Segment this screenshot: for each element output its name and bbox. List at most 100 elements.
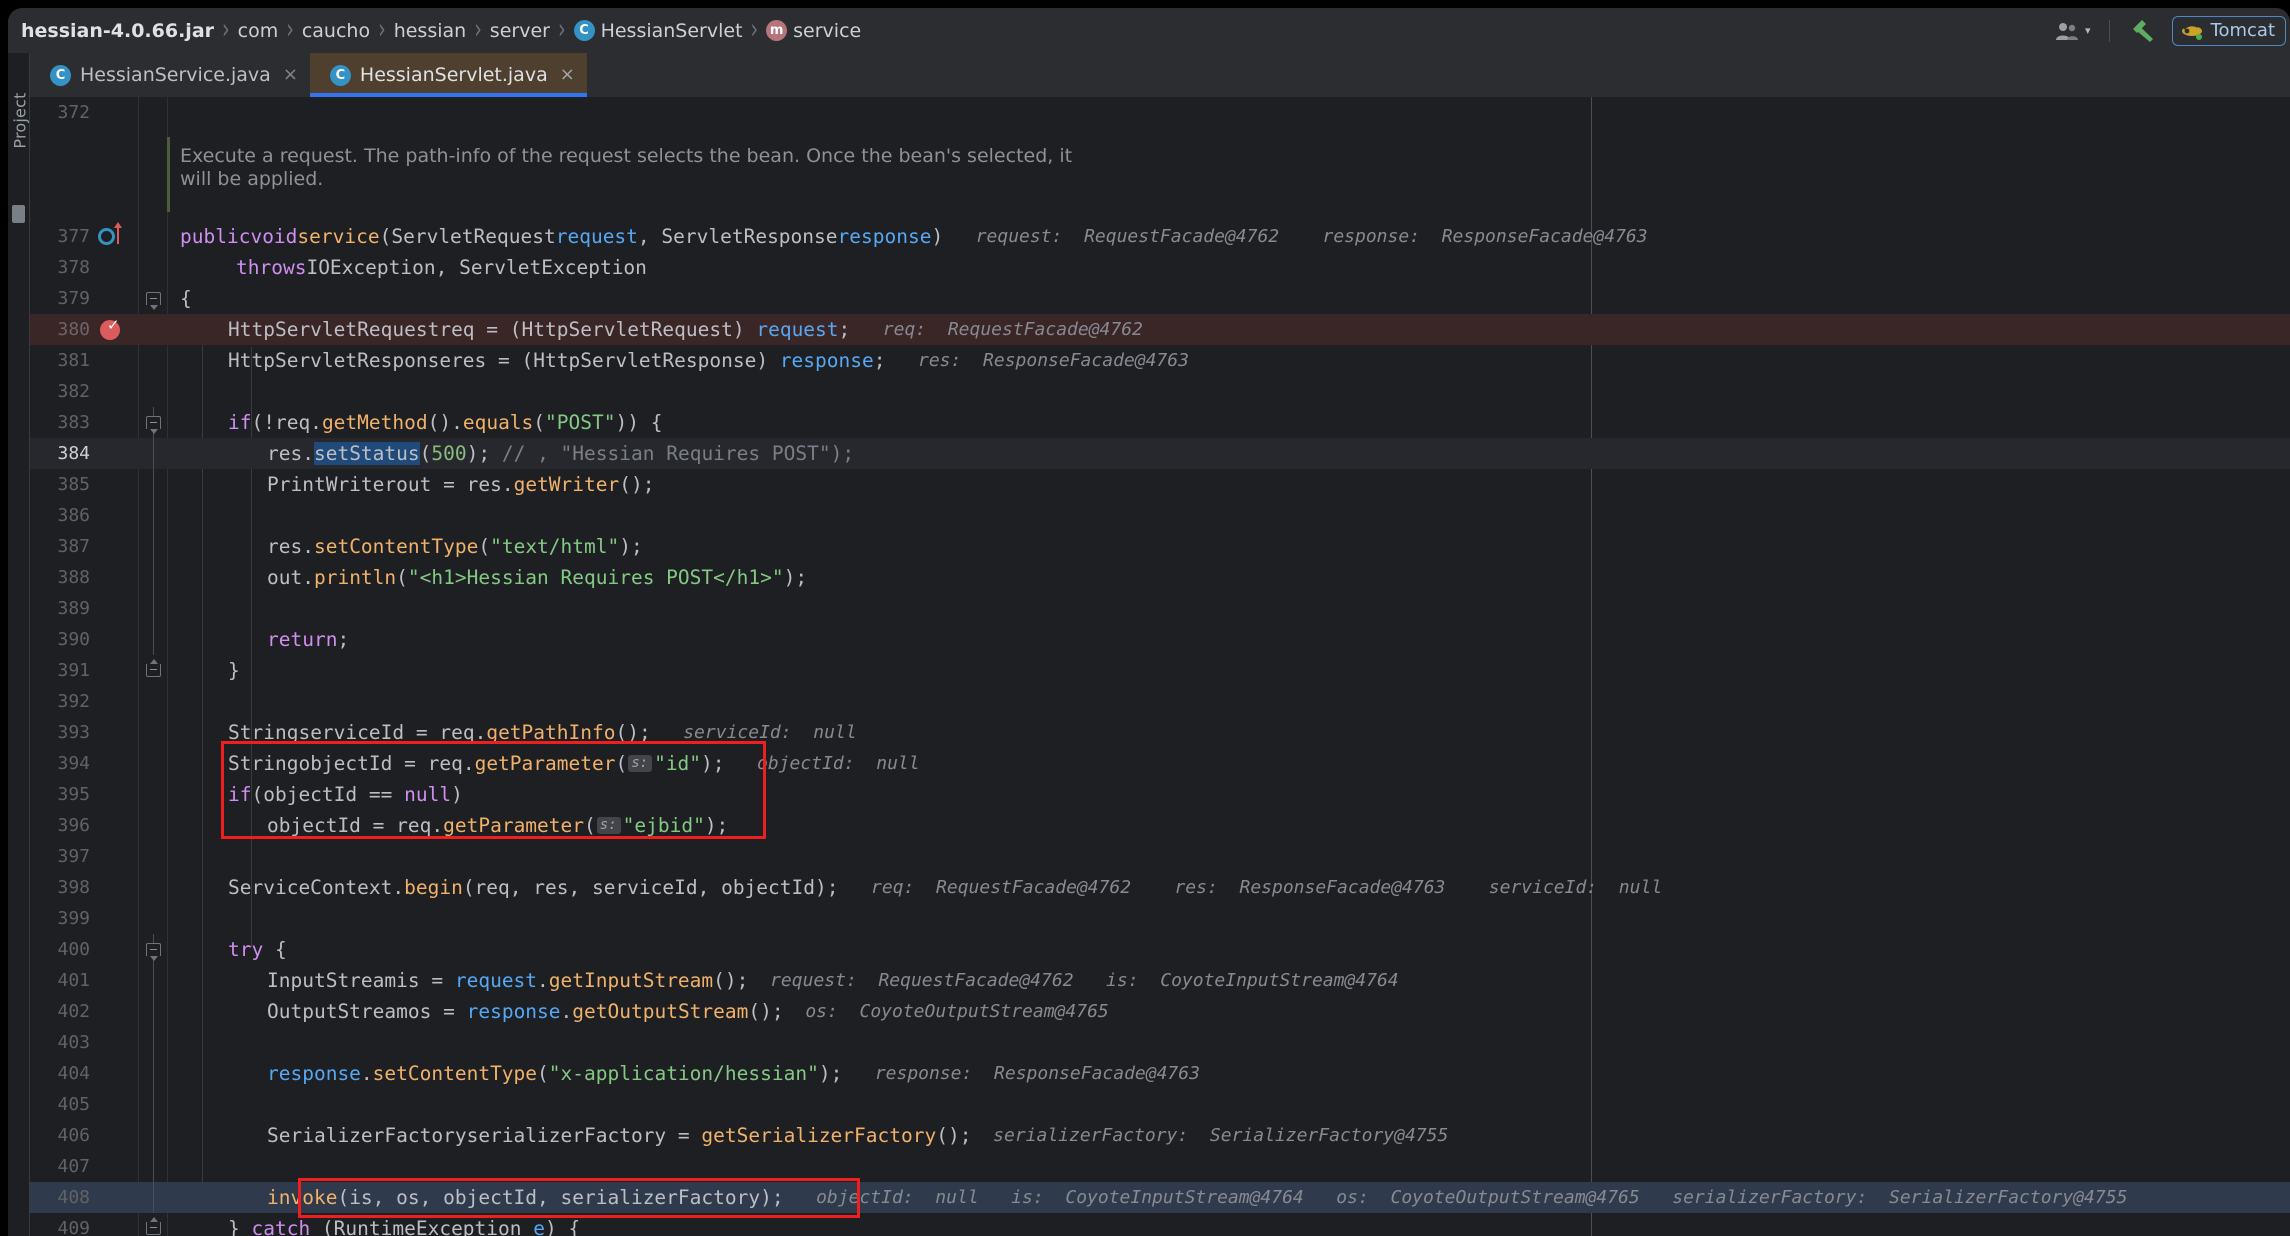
- code-line[interactable]: 400 try {: [30, 934, 2290, 965]
- tab-label: HessianServlet.java: [359, 64, 548, 86]
- code-text: public void service(ServletRequest reque…: [180, 225, 1648, 248]
- ide-window: hessian-4.0.66.jar › com › caucho › hess…: [8, 8, 2290, 1236]
- line-number: 403: [57, 1032, 90, 1053]
- code-line-caret[interactable]: 384 res. setStatus(500); // , "Hessian Re…: [30, 438, 2290, 469]
- fold-marker[interactable]: [142, 407, 166, 438]
- breadcrumb-item-hessian[interactable]: hessian: [391, 20, 470, 42]
- code-line[interactable]: 379 {: [30, 283, 2290, 314]
- code-line[interactable]: 403: [30, 1027, 2290, 1058]
- code-line-breakpoint[interactable]: 380 ✓ HttpServletRequest req = (HttpServ…: [30, 314, 2290, 345]
- code-line[interactable]: 385 PrintWriter out = res. getWriter ();: [30, 469, 2290, 500]
- breadcrumb-item-method[interactable]: m service: [763, 20, 864, 42]
- code-line[interactable]: 394 String objectId = req. getParameter(s…: [30, 748, 2290, 779]
- run-configuration-selector[interactable]: Tomcat: [2171, 15, 2286, 46]
- project-tool-window-button[interactable]: Project: [11, 75, 30, 167]
- tab-hessian-servlet[interactable]: C HessianServlet.java ×: [309, 53, 587, 97]
- code-text: OutputStream os = response. getOutputStre…: [267, 1000, 1109, 1023]
- hammer-icon: [2132, 19, 2153, 42]
- fold-marker: [142, 438, 166, 469]
- gutter-override-marker[interactable]: [98, 221, 134, 252]
- tool-window-handle[interactable]: [12, 205, 25, 223]
- code-line[interactable]: 409 } catch (RuntimeException e) {: [30, 1213, 2290, 1236]
- fold-marker: [142, 500, 166, 531]
- code-text: SerializerFactory serializerFactory = ge…: [267, 1124, 1449, 1147]
- code-line[interactable]: 396 objectId = req. getParameter(s: "ejbid…: [30, 810, 2290, 841]
- breadcrumb-item-caucho[interactable]: caucho: [299, 20, 373, 42]
- fold-marker[interactable]: [142, 283, 166, 314]
- fold-marker: [142, 1182, 166, 1213]
- breadcrumb-item-com[interactable]: com: [235, 20, 282, 42]
- fold-region-line: [153, 593, 154, 624]
- tab-hessian-service[interactable]: C HessianService.java ×: [30, 53, 310, 97]
- close-icon[interactable]: ×: [560, 66, 575, 84]
- fold-marker[interactable]: [142, 934, 166, 965]
- code-line[interactable]: 399: [30, 903, 2290, 934]
- fold-marker: [142, 1120, 166, 1151]
- line-number: 385: [57, 474, 90, 495]
- class-icon: C: [329, 64, 351, 86]
- code-text: HttpServletResponse res = (HttpServletRe…: [228, 349, 1189, 372]
- breadcrumb-item-server[interactable]: server: [487, 20, 553, 42]
- line-number: 391: [57, 660, 90, 681]
- doc-comment-text: Execute a request. The path-info of the …: [180, 145, 1073, 190]
- code-text: HttpServletRequest req = (HttpServletReq…: [228, 318, 1143, 341]
- close-icon[interactable]: ×: [283, 66, 298, 84]
- code-line[interactable]: 383 if (!req. getMethod (). equals("POST"))…: [30, 407, 2290, 438]
- code-line[interactable]: 386: [30, 500, 2290, 531]
- code-line[interactable]: 401 InputStream is = request. getInputStr…: [30, 965, 2290, 996]
- breadcrumb-separator: ›: [222, 12, 230, 46]
- fold-marker: [142, 469, 166, 500]
- code-text: throws IOException, ServletException: [236, 256, 647, 279]
- class-icon: C: [50, 64, 71, 86]
- breadcrumb-item-jar[interactable]: hessian-4.0.66.jar: [18, 20, 217, 42]
- code-line[interactable]: 390 return;: [30, 624, 2290, 655]
- code-line-execution-point[interactable]: 408 invoke (is, os, objectId, serializerF…: [30, 1182, 2290, 1213]
- code-text: res. setContentType("text/html");: [267, 535, 643, 558]
- code-line[interactable]: 387 res. setContentType("text/html");: [30, 531, 2290, 562]
- code-text: String objectId = req. getParameter(s: "id…: [228, 752, 920, 775]
- fold-region-line: [153, 1151, 154, 1182]
- code-line[interactable]: 402 OutputStream os = response. getOutput…: [30, 996, 2290, 1027]
- fold-region-line: [153, 965, 154, 996]
- line-number: 383: [57, 412, 90, 433]
- fold-marker[interactable]: [142, 1213, 166, 1236]
- code-line[interactable]: 377 public void service(ServletRequest r…: [30, 221, 2290, 252]
- code-line[interactable]: 393 String serviceId = req. getPathInfo()…: [30, 717, 2290, 748]
- parameter-hint: s:: [628, 754, 653, 773]
- code-editor[interactable]: 372 Execute a request. The path-info of …: [30, 97, 2290, 1236]
- fold-collapse-icon: [146, 1217, 161, 1235]
- line-number: 401: [57, 970, 90, 991]
- account-button[interactable]: ▾: [2047, 8, 2099, 53]
- code-line[interactable]: 378 throws IOException, ServletException: [30, 252, 2290, 283]
- editor-tabs: C HessianService.java × C HessianServlet…: [30, 53, 2290, 97]
- build-button[interactable]: [2120, 8, 2164, 53]
- fold-marker: [142, 1089, 166, 1120]
- code-line[interactable]: 395 if (objectId == null): [30, 779, 2290, 810]
- line-number: 389: [57, 598, 90, 619]
- code-line[interactable]: 389: [30, 593, 2290, 624]
- code-line[interactable]: 382: [30, 376, 2290, 407]
- code-line[interactable]: 398 ServiceContext. begin (req, res, servi…: [30, 872, 2290, 903]
- code-line[interactable]: 405: [30, 1089, 2290, 1120]
- line-number: 396: [57, 815, 90, 836]
- code-line[interactable]: 381 HttpServletResponse res = (HttpServl…: [30, 345, 2290, 376]
- code-line[interactable]: 392: [30, 686, 2290, 717]
- code-line[interactable]: 404 response. setContentType("x-applicati…: [30, 1058, 2290, 1089]
- fold-region-line: [153, 624, 154, 655]
- breadcrumb-item-class[interactable]: C HessianServlet: [571, 20, 746, 42]
- line-number: 394: [57, 753, 90, 774]
- breakpoint-marker[interactable]: ✓: [98, 314, 134, 345]
- code-line[interactable]: 388 out. println("<h1>Hessian Requires PO…: [30, 562, 2290, 593]
- code-line[interactable]: 391 }: [30, 655, 2290, 686]
- fold-region-line: [153, 438, 154, 469]
- implementing-method-icon: [98, 228, 115, 245]
- fold-marker[interactable]: [142, 655, 166, 686]
- code-text: InputStream is = request. getInputStream(…: [267, 969, 1399, 992]
- fold-collapse-icon: [146, 943, 161, 961]
- code-line[interactable]: 407: [30, 1151, 2290, 1182]
- line-number: 395: [57, 784, 90, 805]
- tab-label: HessianService.java: [80, 64, 271, 86]
- code-line[interactable]: 372: [30, 97, 2290, 128]
- code-line[interactable]: 406 SerializerFactory serializerFactory …: [30, 1120, 2290, 1151]
- code-line[interactable]: 397: [30, 841, 2290, 872]
